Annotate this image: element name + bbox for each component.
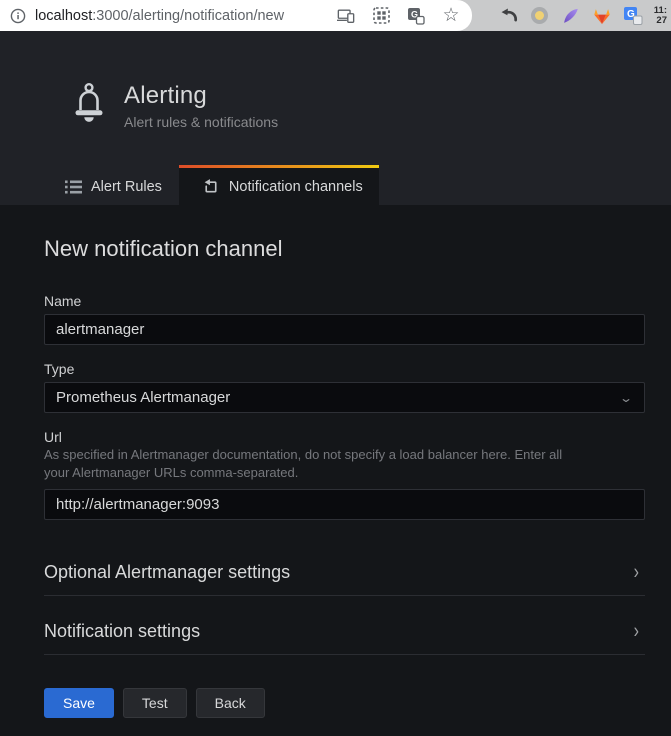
translate-icon[interactable]: G <box>407 7 425 25</box>
name-label: Name <box>44 293 645 309</box>
gitlab-icon[interactable] <box>592 6 612 26</box>
notification-settings-section[interactable]: Notification settings › <box>44 621 645 655</box>
test-button[interactable]: Test <box>123 688 187 718</box>
bell-icon <box>70 82 108 128</box>
type-label: Type <box>44 361 645 377</box>
list-icon <box>65 180 82 194</box>
url-field-group: Url As specified in Alertmanager documen… <box>44 429 645 520</box>
optional-alertmanager-settings-section[interactable]: Optional Alertmanager settings › <box>44 562 645 596</box>
url-label: Url <box>44 429 645 445</box>
chevron-right-icon: › <box>634 560 639 584</box>
url-path: :3000/alerting/notification/new <box>92 8 284 24</box>
extension-circle-icon[interactable] <box>530 6 550 26</box>
chevron-down-icon: ⌄ <box>619 391 633 405</box>
url-help-text: As specified in Alertmanager documentati… <box>44 446 645 482</box>
tab-notification-channels[interactable]: Notification channels <box>179 165 379 205</box>
undo-icon[interactable] <box>499 6 519 26</box>
section-title: Notification settings <box>44 621 200 642</box>
feather-icon[interactable] <box>561 6 581 26</box>
new-channel-form: New notification channel Name Type Prome… <box>0 205 671 736</box>
translate-extension-icon[interactable]: G <box>623 6 643 26</box>
url-text: localhost:3000/alerting/notification/new <box>35 8 329 24</box>
page-info-icon[interactable] <box>10 8 26 24</box>
devices-icon[interactable] <box>337 7 355 25</box>
chevron-right-icon: › <box>634 619 639 643</box>
tab-groups-icon[interactable] <box>372 7 390 25</box>
page-subtitle: Alert rules & notifications <box>124 114 278 130</box>
save-button[interactable]: Save <box>44 688 114 718</box>
type-select[interactable]: Prometheus Alertmanager ⌄ <box>44 382 645 413</box>
back-button[interactable]: Back <box>196 688 265 718</box>
browser-toolbar: localhost:3000/alerting/notification/new <box>0 0 671 31</box>
tab-label: Notification channels <box>229 179 363 195</box>
tab-alert-rules[interactable]: Alert Rules <box>48 165 179 205</box>
type-select-value: Prometheus Alertmanager <box>56 389 230 406</box>
clock: 11:27 <box>654 6 667 25</box>
tab-bar: Alert Rules Notification channels <box>0 165 379 205</box>
bookmark-star-icon[interactable]: ☆ <box>442 7 460 25</box>
url-input[interactable] <box>44 489 645 520</box>
address-bar[interactable]: localhost:3000/alerting/notification/new <box>0 0 472 31</box>
url-host: localhost <box>35 8 92 24</box>
name-input[interactable] <box>44 314 645 345</box>
type-field-group: Type Prometheus Alertmanager ⌄ <box>44 361 645 413</box>
tab-label: Alert Rules <box>91 179 162 195</box>
form-actions: Save Test Back <box>44 688 671 718</box>
form-title: New notification channel <box>44 236 671 262</box>
section-title: Optional Alertmanager settings <box>44 562 290 583</box>
page-title: Alerting <box>124 82 278 110</box>
name-field-group: Name <box>44 293 645 345</box>
channels-icon <box>201 177 220 196</box>
alerting-header: Alerting Alert rules & notifications Ale… <box>0 31 671 205</box>
